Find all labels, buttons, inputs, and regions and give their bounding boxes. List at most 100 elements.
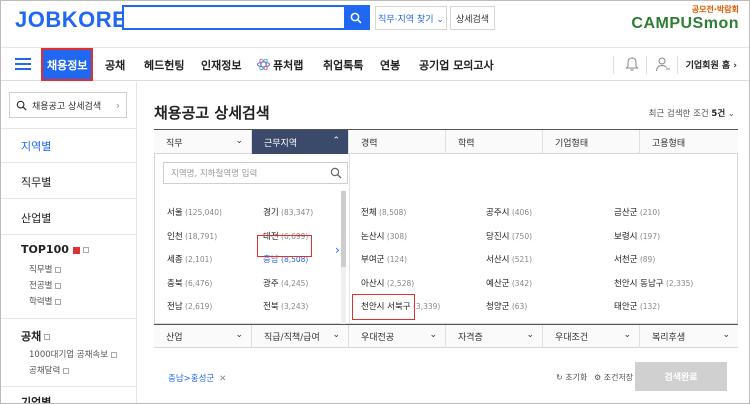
nav-item-jobs[interactable]: 채용정보 bbox=[41, 48, 94, 81]
sidebar-item-top100[interactable]: TOP100 bbox=[21, 243, 89, 256]
checkbox-icon[interactable] bbox=[55, 298, 62, 305]
tab-employment-type[interactable]: 고용형태 bbox=[640, 130, 738, 154]
nav-item-talk[interactable]: 취업톡톡 bbox=[323, 48, 363, 81]
province-item[interactable]: 광주 (4,245) bbox=[263, 277, 308, 289]
bell-icon[interactable] bbox=[624, 56, 640, 72]
user-icon[interactable] bbox=[655, 56, 671, 72]
checkbox-icon[interactable] bbox=[44, 334, 51, 340]
district-name: 전체 bbox=[361, 208, 377, 218]
province-item[interactable]: 전북 (3,243) bbox=[263, 300, 308, 312]
recent-conditions[interactable]: 최근 검색한 조건 5건 ⌄ bbox=[649, 107, 735, 119]
district-item[interactable]: 태안군 (132) bbox=[614, 300, 660, 312]
nav-item-headhunting[interactable]: 헤드헌팅 bbox=[144, 48, 184, 81]
district-item[interactable]: 서천군 (89) bbox=[614, 253, 655, 265]
province-item[interactable]: 경기 (83,347) bbox=[263, 206, 313, 218]
tab-license[interactable]: 자격증 ⌄ bbox=[446, 325, 543, 348]
search-icon bbox=[16, 100, 27, 111]
campusmon-logo: CAMPUSmon bbox=[631, 15, 739, 32]
tab-welfare[interactable]: 복리후생 ⌄ bbox=[640, 325, 738, 348]
chevron-down-icon: ⌄ bbox=[623, 330, 631, 340]
district-item[interactable]: 청양군 (63) bbox=[486, 300, 527, 312]
province-item[interactable]: 충북 (6,476) bbox=[167, 277, 212, 289]
province-item[interactable]: 서울 (125,040) bbox=[167, 206, 222, 218]
search-button[interactable] bbox=[344, 7, 368, 28]
checkbox-icon[interactable] bbox=[111, 351, 118, 358]
top100-sub-job[interactable]: 직무별 bbox=[29, 263, 62, 275]
gongchae-sub-calendar[interactable]: 공채달력 bbox=[29, 364, 70, 376]
selected-condition-chip[interactable]: 충남>홍성군 ✕ bbox=[168, 372, 226, 384]
chevron-down-icon: ⌄ bbox=[235, 136, 243, 146]
district-item[interactable]: 천안시 동남구 (2,335) bbox=[614, 277, 693, 289]
tab-major[interactable]: 우대전공 ⌄ bbox=[349, 325, 446, 348]
reset-button[interactable]: ↻ 초기화 bbox=[556, 372, 587, 383]
district-item[interactable]: 당진시 (750) bbox=[486, 230, 532, 242]
top100-sub-edu-label: 학력별 bbox=[29, 297, 53, 307]
tab-education-label: 학력 bbox=[458, 138, 475, 149]
region-scrollbar[interactable] bbox=[341, 191, 346, 324]
district-item[interactable]: 논산시 (308) bbox=[361, 230, 407, 242]
district-name: 태안군 bbox=[614, 302, 638, 312]
search-complete-button[interactable]: 검색완료 bbox=[635, 362, 727, 391]
menu-icon[interactable] bbox=[15, 58, 31, 70]
scrollbar-thumb[interactable] bbox=[341, 191, 346, 267]
recent-label: 최근 검색한 조건 bbox=[648, 109, 709, 119]
tab-preference[interactable]: 우대조건 ⌄ bbox=[543, 325, 640, 348]
nav-item-gongchae[interactable]: 공채 bbox=[105, 48, 125, 81]
sidebar-item-region[interactable]: 지역별 bbox=[21, 138, 51, 154]
tab-education[interactable]: 학력 bbox=[446, 130, 543, 154]
district-item[interactable]: 공주시 (406) bbox=[486, 206, 532, 218]
sidebar-item-gongchae[interactable]: 공채 bbox=[21, 328, 51, 344]
sidebar-item-job[interactable]: 직무별 bbox=[21, 174, 51, 190]
detail-search-button[interactable]: 상세검색 bbox=[450, 6, 495, 30]
district-name: 보령시 bbox=[614, 231, 638, 242]
gongchae-sub-breaking[interactable]: 1000대기업 공채속보 bbox=[29, 348, 118, 360]
sidebar-item-company[interactable]: 기업별 bbox=[21, 394, 51, 403]
tab-company-type[interactable]: 기업형태 bbox=[543, 130, 640, 154]
corporate-home-link[interactable]: 기업회원 홈 › bbox=[686, 48, 737, 81]
tab-region[interactable]: 근무지역 ⌃ bbox=[252, 130, 349, 154]
tab-job[interactable]: 직무 ⌄ bbox=[154, 130, 252, 154]
district-item[interactable]: 금산군 (210) bbox=[614, 206, 660, 218]
sidebar-divider bbox=[1, 234, 137, 235]
district-item[interactable]: 아산시 (2,528) bbox=[361, 277, 414, 289]
reset-label: 초기화 bbox=[565, 373, 588, 382]
campusmon-banner[interactable]: 공모전·박람회 CAMPUSmon bbox=[631, 4, 739, 32]
district-item[interactable]: 예산군 (342) bbox=[486, 277, 532, 289]
tab-position-salary-label: 직급/직책/급여 bbox=[264, 333, 320, 343]
chip-label: 충남>홍성군 bbox=[168, 374, 215, 384]
sidebar-divider bbox=[1, 198, 137, 199]
district-item[interactable]: 보령시 (197) bbox=[614, 230, 660, 242]
checkbox-icon[interactable] bbox=[55, 282, 62, 289]
nav-item-public-test[interactable]: 공기업 모의고사 bbox=[419, 48, 494, 81]
main-search-input[interactable] bbox=[124, 7, 342, 28]
district-count: (210) bbox=[637, 208, 661, 217]
district-item[interactable]: 부여군 (124) bbox=[361, 253, 407, 265]
nav-item-salary[interactable]: 연봉 bbox=[380, 48, 400, 81]
checkbox-icon[interactable] bbox=[82, 247, 89, 253]
sidebar-detail-search[interactable]: 채용공고 상세검색 › bbox=[9, 92, 127, 118]
gear-icon: ⚙ bbox=[594, 373, 602, 382]
tab-industry[interactable]: 산업 ⌄ bbox=[154, 325, 252, 348]
top100-sub-major[interactable]: 전공별 bbox=[29, 279, 62, 291]
province-item[interactable]: 전남 (2,619) bbox=[167, 300, 212, 312]
close-icon[interactable]: ✕ bbox=[219, 374, 226, 384]
job-region-find-button[interactable]: 직무·지역 찾기 ⌄ bbox=[375, 6, 447, 30]
district-name: 예산군 bbox=[486, 278, 510, 289]
checkbox-icon[interactable] bbox=[63, 367, 70, 374]
tab-career[interactable]: 경력 bbox=[349, 130, 446, 154]
district-item[interactable]: 서산시 (521) bbox=[486, 253, 532, 265]
district-count: (2,528) bbox=[384, 278, 415, 288]
tab-position-salary[interactable]: 직급/직책/급여 ⌄ bbox=[252, 325, 349, 348]
top100-sub-edu[interactable]: 학력별 bbox=[29, 295, 62, 307]
nav-item-talent[interactable]: 인재정보 bbox=[201, 48, 241, 81]
sidebar-item-industry[interactable]: 산업별 bbox=[21, 210, 51, 226]
nav-item-futurelab[interactable]: 퓨처랩 bbox=[257, 48, 303, 81]
checkbox-icon[interactable] bbox=[55, 266, 62, 273]
province-item[interactable]: 인천 (18,791) bbox=[167, 230, 217, 242]
district-item[interactable]: 전체 (8,508) bbox=[361, 206, 406, 218]
province-name: 충북 bbox=[167, 278, 183, 289]
region-search-input[interactable]: 지역명, 지하철역명 입력 bbox=[163, 162, 348, 184]
save-condition-button[interactable]: ⚙ 조건저장 bbox=[594, 372, 633, 383]
district-name: 천안시 동남구 bbox=[614, 278, 664, 289]
province-item[interactable]: 세종 (2,101) bbox=[167, 253, 212, 265]
